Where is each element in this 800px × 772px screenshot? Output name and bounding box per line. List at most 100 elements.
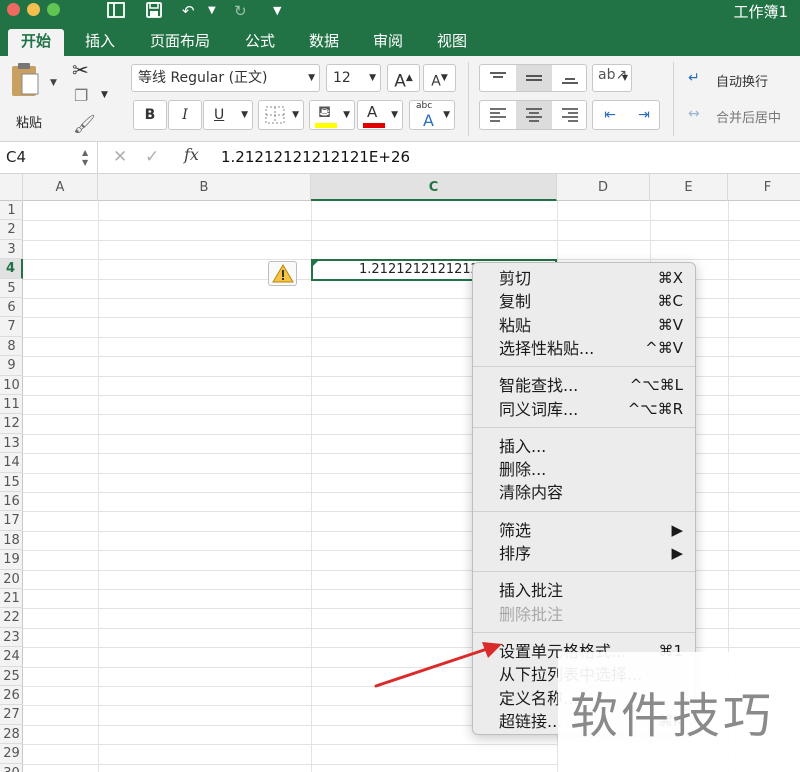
menu-item-paste[interactable]: 粘贴 ⌘V: [473, 314, 695, 337]
tab-formulas[interactable]: 公式: [240, 29, 280, 56]
row-header[interactable]: 20: [0, 570, 23, 589]
row-header[interactable]: 13: [0, 434, 23, 454]
underline-button[interactable]: U ▼: [203, 100, 253, 130]
paste-dropdown-icon[interactable]: ▼: [50, 78, 57, 88]
menu-item-delete[interactable]: 删除...: [473, 458, 695, 481]
row-header[interactable]: 26: [0, 686, 23, 706]
tab-review[interactable]: 审阅: [368, 29, 408, 56]
undo-dropdown-icon[interactable]: ▼: [208, 1, 216, 21]
align-bottom-button[interactable]: [552, 65, 588, 91]
row-header[interactable]: 29: [0, 744, 23, 764]
row-header[interactable]: 6: [0, 298, 23, 318]
row-header[interactable]: 16: [0, 492, 23, 512]
fill-color-button[interactable]: ⛾ ▼: [309, 100, 355, 130]
orientation-button[interactable]: ab↗ ▼: [592, 64, 632, 92]
menu-item-smart-lookup[interactable]: 智能查找... ^⌥⌘L: [473, 374, 695, 397]
align-left-button[interactable]: [480, 101, 516, 129]
row-header[interactable]: 12: [0, 414, 23, 434]
row-header-selected[interactable]: 4: [0, 259, 23, 279]
menu-item-insert[interactable]: 插入...: [473, 435, 695, 458]
grow-font-button[interactable]: A▲: [387, 64, 420, 92]
menu-item-clear-contents[interactable]: 清除内容: [473, 481, 695, 504]
menu-item-copy[interactable]: 复制 ⌘C: [473, 290, 695, 313]
select-all-corner[interactable]: [0, 174, 23, 201]
increase-indent-icon[interactable]: ⇥: [627, 101, 661, 129]
align-right-button[interactable]: [552, 101, 588, 129]
formula-input[interactable]: 1.21212121212121E+26: [221, 142, 410, 173]
row-header[interactable]: 22: [0, 608, 23, 628]
column-header[interactable]: B: [98, 174, 311, 201]
confirm-icon[interactable]: ✓: [145, 147, 159, 167]
menu-item-filter[interactable]: 筛选 ▶: [473, 519, 695, 542]
row-header[interactable]: 7: [0, 317, 23, 337]
wrap-text-button[interactable]: ↵ 自动换行: [688, 70, 793, 90]
menu-item-sort[interactable]: 排序 ▶: [473, 542, 695, 565]
cancel-icon[interactable]: ✕: [113, 147, 127, 167]
row-header[interactable]: 18: [0, 531, 23, 551]
row-header[interactable]: 30: [0, 764, 23, 772]
row-header[interactable]: 11: [0, 395, 23, 415]
row-header[interactable]: 17: [0, 511, 23, 531]
row-header[interactable]: 10: [0, 376, 23, 395]
row-header[interactable]: 14: [0, 453, 23, 473]
tab-view[interactable]: 视图: [432, 29, 472, 56]
column-header[interactable]: D: [557, 174, 650, 201]
align-center-button[interactable]: [516, 101, 552, 129]
close-window-button[interactable]: [7, 3, 20, 16]
font-size-select[interactable]: 12 ▼: [326, 64, 381, 92]
column-header[interactable]: E: [650, 174, 728, 201]
merge-center-button[interactable]: ↔ 合并后居中: [688, 106, 793, 126]
paste-button[interactable]: ▼ 粘贴: [8, 62, 58, 132]
tab-insert[interactable]: 插入: [80, 29, 120, 56]
redo-icon[interactable]: ↻: [234, 1, 247, 21]
tab-home[interactable]: 开始: [8, 29, 64, 56]
column-header[interactable]: F: [728, 174, 800, 201]
column-header-selected[interactable]: C: [311, 174, 557, 201]
decrease-indent-icon[interactable]: ⇤: [593, 101, 627, 129]
phonetic-guide-button[interactable]: abc A ▼: [409, 100, 455, 130]
menu-item-paste-special[interactable]: 选择性粘贴... ^⌘V: [473, 337, 695, 360]
cut-icon[interactable]: ✂: [72, 58, 89, 82]
maximize-window-button[interactable]: [47, 3, 60, 16]
row-header[interactable]: 28: [0, 725, 23, 745]
row-header[interactable]: 27: [0, 705, 23, 725]
minimize-window-button[interactable]: [27, 3, 40, 16]
row-header[interactable]: 24: [0, 647, 23, 667]
sidebar-toggle-icon[interactable]: [106, 1, 126, 24]
name-box[interactable]: C4 ▲ ▼: [0, 142, 98, 173]
save-icon[interactable]: [145, 1, 163, 24]
font-name-select[interactable]: 等线 Regular (正文) ▼: [131, 64, 320, 92]
italic-button[interactable]: I: [168, 100, 202, 130]
insert-function-icon[interactable]: fx: [184, 145, 199, 164]
borders-button[interactable]: ▼: [258, 100, 304, 130]
error-check-button[interactable]: [268, 261, 297, 286]
copy-dropdown-icon[interactable]: ▼: [101, 90, 108, 100]
row-header[interactable]: 19: [0, 550, 23, 570]
menu-item-insert-comment[interactable]: 插入批注: [473, 579, 695, 602]
row-header[interactable]: 5: [0, 279, 23, 298]
bold-button[interactable]: B: [133, 100, 167, 130]
tab-data[interactable]: 数据: [304, 29, 344, 56]
align-top-button[interactable]: [480, 65, 516, 91]
row-header[interactable]: 23: [0, 628, 23, 648]
undo-icon[interactable]: ↶: [182, 1, 195, 21]
menu-item-thesaurus[interactable]: 同义词库... ^⌥⌘R: [473, 398, 695, 421]
row-header[interactable]: 9: [0, 356, 23, 376]
row-header[interactable]: 3: [0, 240, 23, 260]
row-header[interactable]: 21: [0, 589, 23, 609]
format-painter-icon[interactable]: 🖌: [73, 114, 96, 135]
customize-toolbar-icon[interactable]: ▼: [273, 1, 281, 21]
copy-icon[interactable]: ❐: [74, 86, 88, 105]
menu-item-delete-comment[interactable]: 删除批注: [473, 603, 695, 626]
column-header[interactable]: A: [23, 174, 98, 201]
row-header[interactable]: 8: [0, 337, 23, 357]
row-header[interactable]: 1: [0, 201, 23, 221]
row-header[interactable]: 2: [0, 220, 23, 240]
tab-page-layout[interactable]: 页面布局: [145, 29, 215, 56]
menu-item-cut[interactable]: 剪切 ⌘X: [473, 267, 695, 290]
shrink-font-button[interactable]: A▼: [423, 64, 456, 92]
row-header[interactable]: 25: [0, 667, 23, 686]
align-middle-button[interactable]: [516, 65, 552, 91]
font-color-button[interactable]: A ▼: [357, 100, 403, 130]
row-header[interactable]: 15: [0, 473, 23, 492]
